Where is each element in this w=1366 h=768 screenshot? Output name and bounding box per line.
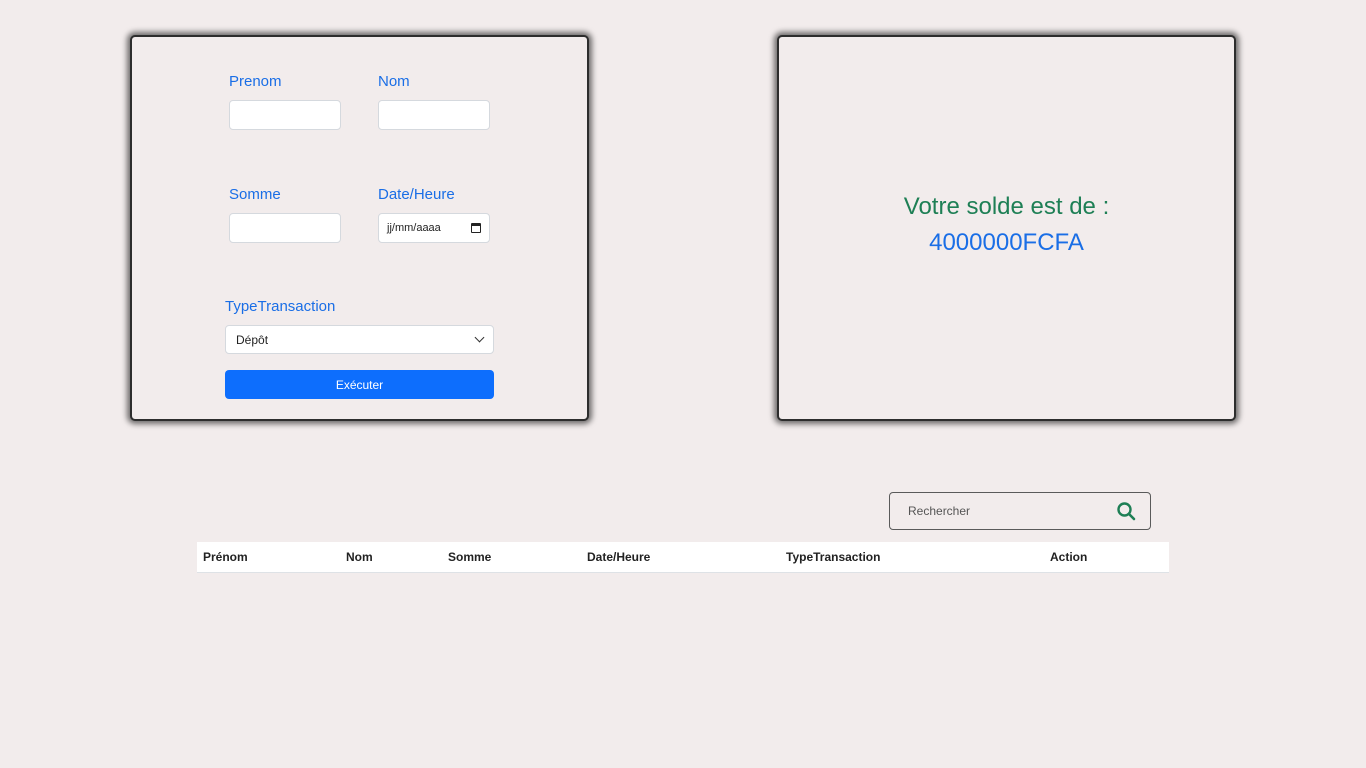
calendar-icon[interactable] bbox=[471, 223, 481, 233]
column-header-somme: Somme bbox=[448, 550, 492, 564]
prenom-label: Prenom bbox=[229, 73, 282, 90]
somme-input[interactable] bbox=[229, 213, 341, 243]
transaction-form-card: Prenom Nom Somme Date/Heure jj/mm/aaaa T… bbox=[130, 35, 589, 421]
column-header-date: Date/Heure bbox=[587, 550, 651, 564]
search-input[interactable] bbox=[908, 504, 1116, 518]
type-selected-value: Dépôt bbox=[236, 332, 269, 347]
date-placeholder: jj/mm/aaaa bbox=[387, 222, 441, 234]
balance-amount: 4000000FCFA bbox=[929, 229, 1084, 256]
prenom-input[interactable] bbox=[229, 100, 341, 130]
type-field: TypeTransaction Dépôt bbox=[225, 298, 494, 354]
transactions-table: Prénom Nom Somme Date/Heure TypeTransact… bbox=[197, 542, 1169, 573]
date-input[interactable]: jj/mm/aaaa bbox=[378, 213, 490, 243]
nom-field: Nom bbox=[378, 73, 490, 130]
balance-display: Votre solde est de : 4000000FCFA bbox=[779, 189, 1234, 261]
execute-button[interactable]: Exécuter bbox=[225, 370, 494, 399]
date-field: Date/Heure jj/mm/aaaa bbox=[378, 186, 490, 243]
balance-card: Votre solde est de : 4000000FCFA bbox=[777, 35, 1236, 421]
prenom-field: Prenom bbox=[229, 73, 341, 130]
somme-label: Somme bbox=[229, 186, 281, 203]
date-label: Date/Heure bbox=[378, 186, 455, 203]
chevron-down-icon bbox=[474, 332, 485, 343]
search-icon[interactable] bbox=[1116, 501, 1136, 521]
nom-label: Nom bbox=[378, 73, 410, 90]
type-select[interactable]: Dépôt bbox=[225, 325, 494, 354]
search-box bbox=[889, 492, 1151, 530]
column-header-prenom: Prénom bbox=[203, 550, 248, 564]
column-header-action: Action bbox=[1050, 550, 1088, 564]
nom-input[interactable] bbox=[378, 100, 490, 130]
balance-label: Votre solde est de : bbox=[903, 193, 1110, 220]
somme-field: Somme bbox=[229, 186, 341, 243]
column-header-type: TypeTransaction bbox=[786, 550, 881, 564]
type-label: TypeTransaction bbox=[225, 298, 336, 315]
column-header-nom: Nom bbox=[346, 550, 373, 564]
